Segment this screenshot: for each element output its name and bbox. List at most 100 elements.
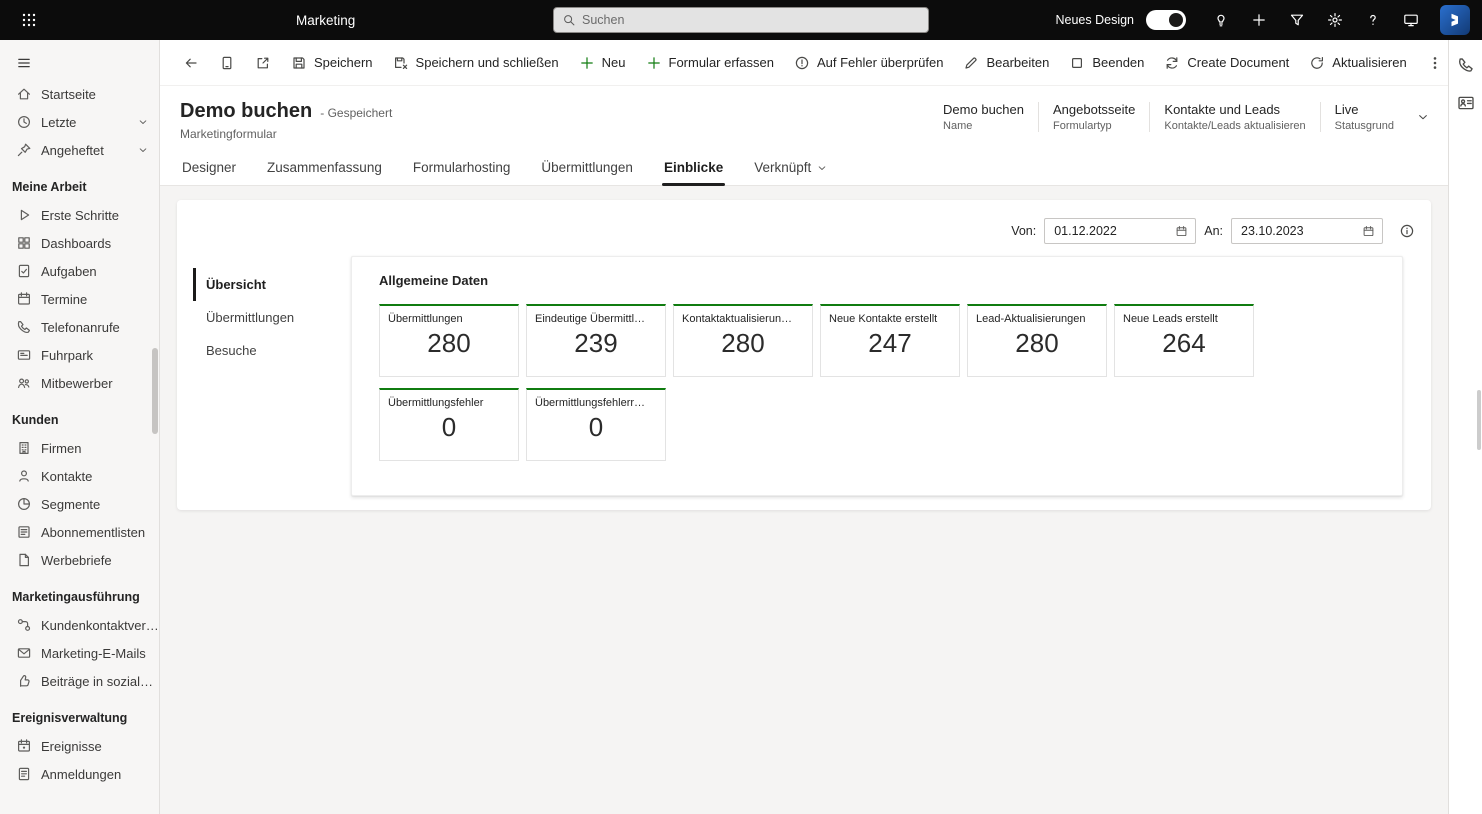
sidebar-scrollbar-thumb[interactable] (152, 348, 158, 434)
kpi-value: 247 (868, 328, 912, 358)
sidebar-item-angeheftet[interactable]: Angeheftet (0, 136, 159, 164)
main-scrollbar-thumb[interactable] (1477, 390, 1481, 450)
sidebar-item-abonnementlisten[interactable]: Abonnementlisten (0, 518, 159, 546)
info-icon[interactable] (1399, 223, 1415, 239)
subnav-item-uebermittlungen[interactable]: Übermittlungen (193, 301, 351, 334)
entity-type: Marketingformular (180, 127, 277, 141)
sidebar-item-soziale-beitraege[interactable]: Beiträge in soziale… (0, 667, 159, 695)
sidebar-item-label: Ereignisse (41, 738, 102, 754)
stop-square-icon (1069, 55, 1085, 71)
save-button[interactable]: Speichern (282, 49, 382, 77)
date-to-label: An: (1204, 224, 1223, 238)
contact-card-pane-icon[interactable] (1457, 94, 1475, 112)
tablet-icon (219, 55, 235, 71)
main-area: Speichern Speichern und schließen Neu Fo… (160, 40, 1448, 814)
command-label: Formular erfassen (668, 55, 774, 70)
header-field-value[interactable]: Live (1335, 102, 1394, 117)
add-icon[interactable] (1242, 3, 1276, 37)
sidebar-section-title: Marketingausführung (12, 590, 140, 604)
phone-pane-icon[interactable] (1457, 56, 1475, 74)
avatar[interactable] (1440, 5, 1470, 35)
sidebar-item-label: Erste Schritte (41, 207, 120, 223)
subnav-item-besuche[interactable]: Besuche (193, 334, 351, 367)
id-card-icon (16, 347, 32, 363)
back-button[interactable] (174, 49, 208, 77)
insights-card: Von: 01.12.2022 An: 23.10.2023 Übersicht… (177, 200, 1431, 510)
kpi-label: Eindeutige Übermittl… (535, 313, 646, 325)
header-field-value[interactable]: Kontakte und Leads (1164, 102, 1305, 117)
sidebar-item-erste-schritte[interactable]: Erste Schritte (0, 201, 159, 229)
insights-subnav: Übersicht Übermittlungen Besuche (193, 256, 351, 367)
screen-share-icon[interactable] (1394, 3, 1428, 37)
sidebar-section-title: Kunden (12, 413, 59, 427)
more-commands-button[interactable] (1418, 49, 1452, 77)
sidebar-item-label: Fuhrpark (41, 347, 94, 363)
refresh-button[interactable]: Aktualisieren (1300, 49, 1415, 77)
tab-zusammenfassung[interactable]: Zusammenfassung (265, 153, 384, 185)
save-and-close-button[interactable]: Speichern und schließen (384, 49, 568, 77)
new-button[interactable]: Neu (570, 49, 635, 77)
header-field-statusgrund: Live Statusgrund (1321, 102, 1408, 132)
stop-button[interactable]: Beenden (1060, 49, 1153, 77)
sidebar-item-letzte[interactable]: Letzte (0, 108, 159, 136)
search-box[interactable] (553, 7, 929, 33)
tab-einblicke[interactable]: Einblicke (661, 153, 726, 186)
sidebar-item-telefonanrufe[interactable]: Telefonanrufe (0, 313, 159, 341)
calendar-picker-icon[interactable] (1362, 225, 1375, 238)
kpi-label: Übermittlungen (388, 313, 463, 325)
chevron-down-icon[interactable] (135, 116, 151, 128)
tab-verknuepft[interactable]: Verknüpft (752, 153, 830, 185)
settings-gear-icon[interactable] (1318, 3, 1352, 37)
sidebar-item-marketing-emails[interactable]: Marketing-E-Mails (0, 639, 159, 667)
kpi-grid: Übermittlungen 280 Eindeutige Übermittl…… (379, 304, 1271, 472)
tab-formularhosting[interactable]: Formularhosting (411, 153, 513, 185)
kpi-card-uebermittlungen: Übermittlungen 280 (379, 304, 519, 377)
device-preview-button[interactable] (210, 49, 244, 77)
tab-label: Designer (182, 160, 237, 175)
sidebar-item-termine[interactable]: Termine (0, 285, 159, 313)
new-design-toggle[interactable] (1146, 10, 1186, 30)
lightbulb-icon[interactable] (1204, 3, 1238, 37)
create-document-button[interactable]: Create Document (1155, 49, 1298, 77)
header-field-value[interactable]: Angebotsseite (1053, 102, 1135, 117)
sidebar-item-aufgaben[interactable]: Aufgaben (0, 257, 159, 285)
sidebar-item-kontakte[interactable]: Kontakte (0, 462, 159, 490)
kpi-card-lead-aktualisierungen: Lead-Aktualisierungen 280 (967, 304, 1107, 377)
sidebar-item-startseite[interactable]: Startseite (0, 80, 159, 108)
header-field-name: Demo buchen Name (929, 102, 1038, 132)
sidebar-item-werbebriefe[interactable]: Werbebriefe (0, 546, 159, 574)
popout-button[interactable] (246, 49, 280, 77)
search-input[interactable] (582, 13, 920, 27)
sidebar-item-kundenkontaktverlaeufe[interactable]: Kundenkontaktver… (0, 611, 159, 639)
kpi-card-eindeutige-uebermittlungen: Eindeutige Übermittl… 239 (526, 304, 666, 377)
sidebar-item-fuhrpark[interactable]: Fuhrpark (0, 341, 159, 369)
chevron-down-icon (816, 162, 828, 174)
header-collapse-chevron-icon[interactable] (1416, 110, 1430, 124)
filter-icon[interactable] (1280, 3, 1314, 37)
hamburger-menu-icon[interactable] (0, 46, 159, 80)
sidebar-item-label: Abonnementlisten (41, 524, 146, 540)
subnav-item-uebersicht[interactable]: Übersicht (193, 268, 351, 301)
tab-designer[interactable]: Designer (180, 153, 238, 185)
chevron-down-icon[interactable] (135, 144, 151, 156)
app-name[interactable]: Marketing (296, 13, 355, 28)
date-from-input[interactable]: 01.12.2022 (1044, 218, 1197, 244)
app-launcher-icon[interactable] (12, 3, 46, 37)
help-icon[interactable] (1356, 3, 1390, 37)
sidebar-item-anmeldungen[interactable]: Anmeldungen (0, 760, 159, 788)
tab-uebermittlungen[interactable]: Übermittlungen (539, 153, 635, 185)
sidebar-item-ereignisse[interactable]: Ereignisse (0, 732, 159, 760)
calendar-picker-icon[interactable] (1175, 225, 1188, 238)
sidebar-item-dashboards[interactable]: Dashboards (0, 229, 159, 257)
date-to-input[interactable]: 23.10.2023 (1231, 218, 1383, 244)
sidebar-item-segmente[interactable]: Segmente (0, 490, 159, 518)
edit-button[interactable]: Bearbeiten (954, 49, 1058, 77)
capture-form-button[interactable]: Formular erfassen (637, 49, 783, 77)
sidebar-item-mitbewerber[interactable]: Mitbewerber (0, 369, 159, 397)
sidebar-item-firmen[interactable]: Firmen (0, 434, 159, 462)
sidebar-item-label: Letzte (41, 114, 77, 130)
check-for-errors-button[interactable]: Auf Fehler überprüfen (785, 49, 952, 77)
header-field-value[interactable]: Demo buchen (943, 102, 1024, 117)
command-label: Auf Fehler überprüfen (816, 55, 944, 70)
toggle-knob (1169, 13, 1183, 27)
